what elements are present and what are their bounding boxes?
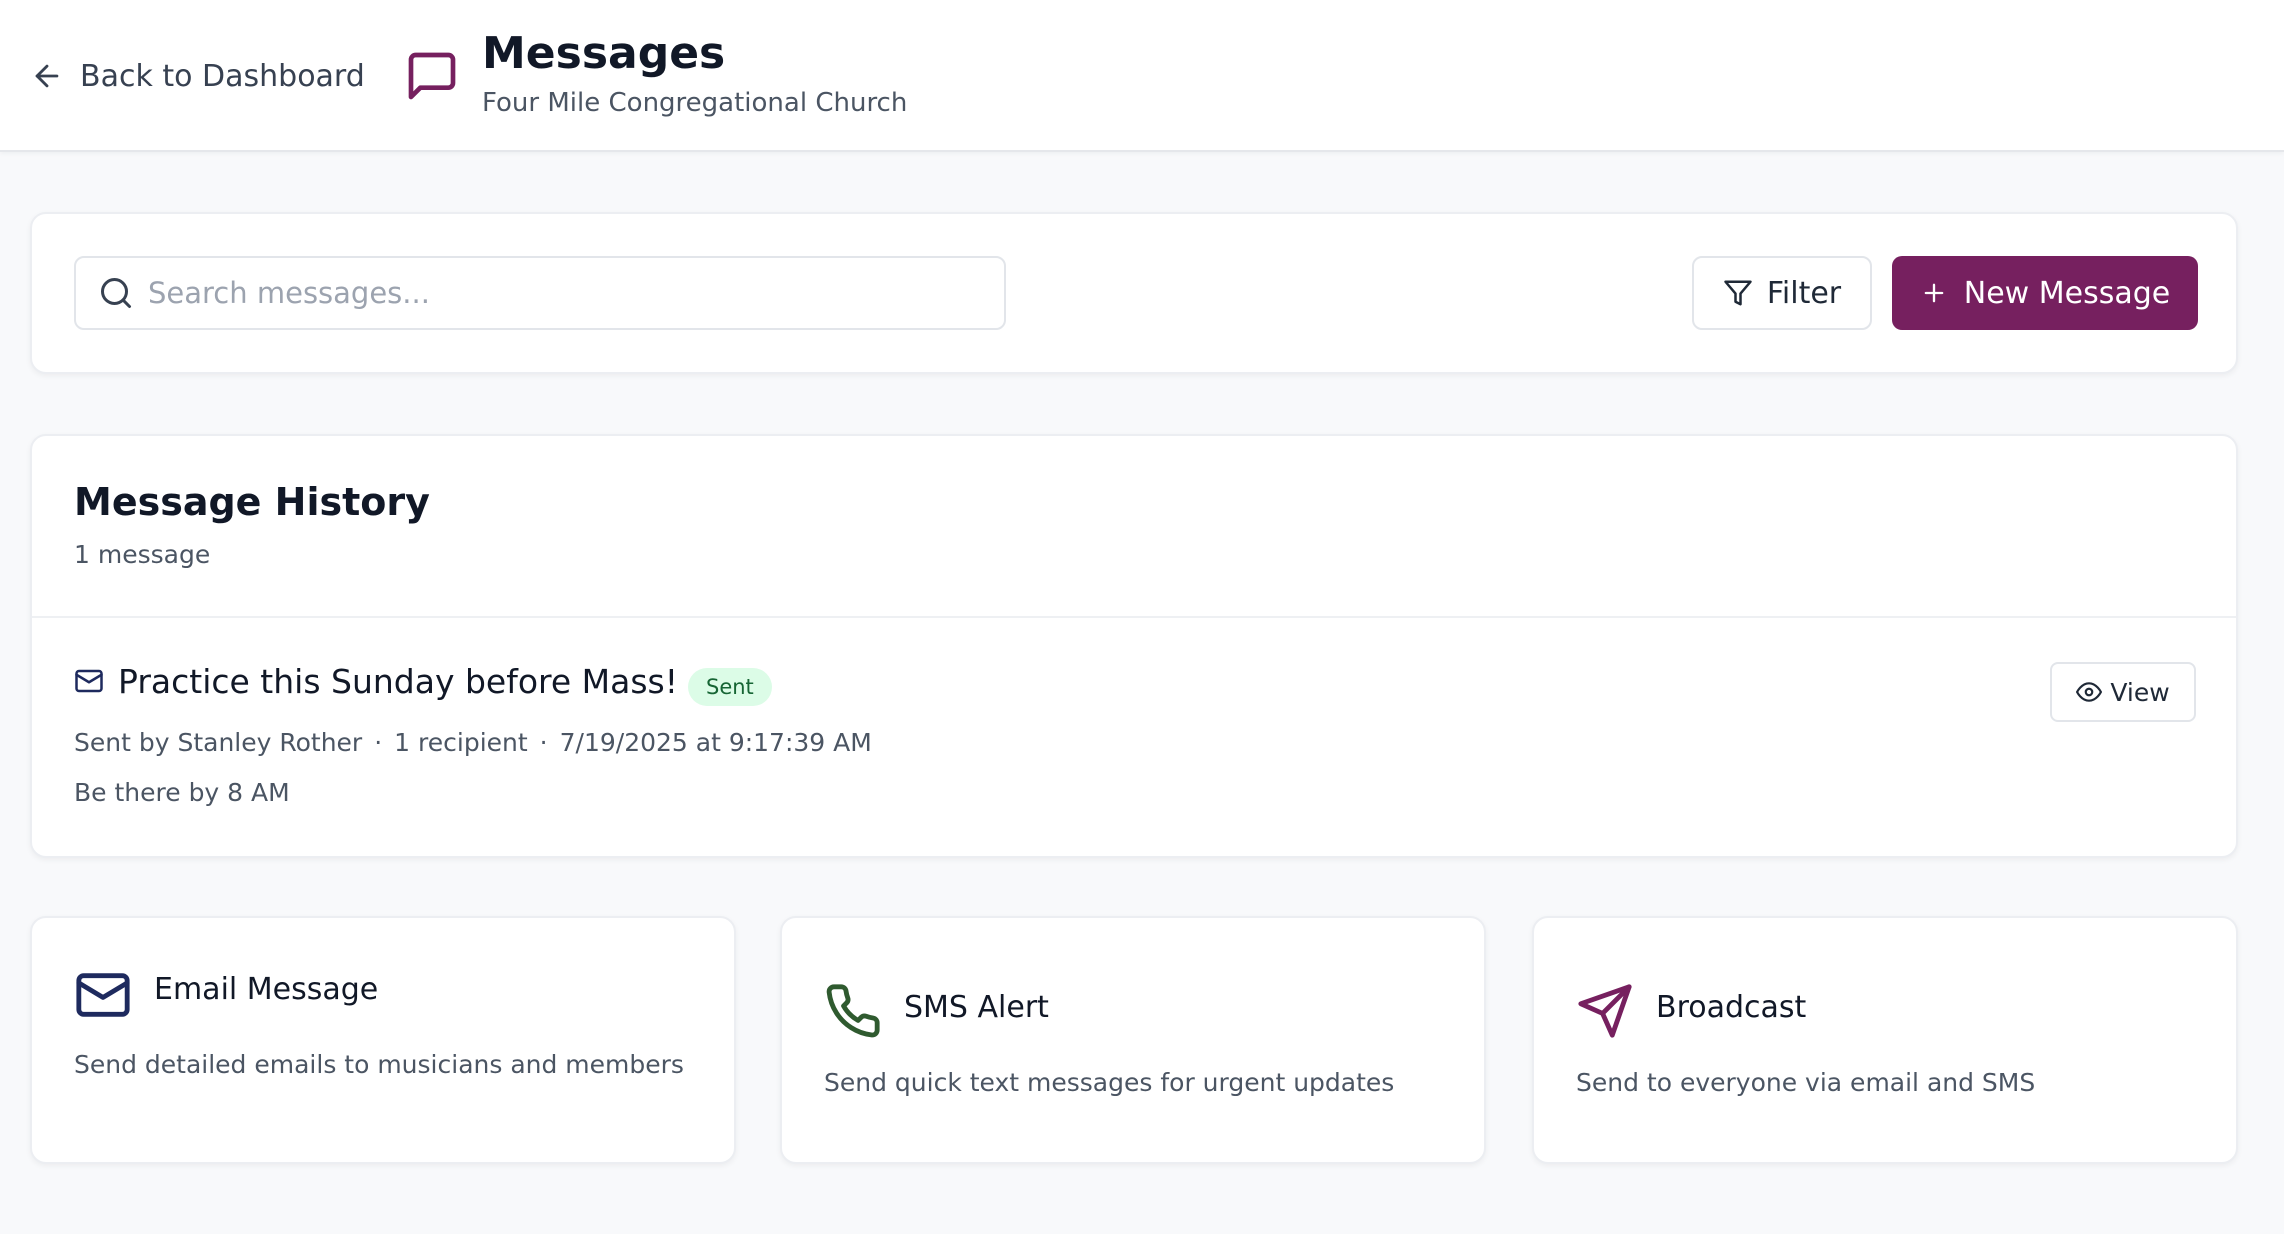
broadcast-title: Broadcast [1656,990,1807,1025]
broadcast-card[interactable]: Broadcast Send to everyone via email and… [1532,916,2238,1164]
message-history-card: Message History 1 message Practice this … [30,434,2238,858]
view-message-button[interactable]: View [2050,662,2196,722]
send-icon [1578,984,1632,1038]
sms-alert-title: SMS Alert [904,990,1049,1025]
message-count: 1 message [74,540,211,569]
back-link-label: Back to Dashboard [80,58,365,94]
message-recipients: 1 recipient [394,728,528,757]
filter-button[interactable]: Filter [1692,256,1872,330]
email-message-title: Email Message [154,972,379,1007]
message-timestamp: 7/19/2025 at 9:17:39 AM [559,728,872,757]
new-message-label: New Message [1963,275,2171,311]
new-message-button[interactable]: New Message [1892,256,2198,330]
plus-icon [1924,283,1944,303]
mail-icon [76,973,130,1017]
message-square-icon [408,52,456,100]
page-title: Messages [482,28,726,79]
page-header: Back to Dashboard Messages Four Mile Con… [0,0,2284,152]
message-meta: Sent by Stanley Rother · 1 recipient · 7/19/… [74,728,872,757]
back-to-dashboard-link[interactable]: Back to Dashboard [30,54,365,98]
page-subtitle: Four Mile Congregational Church [482,88,908,118]
search-input[interactable] [148,276,968,310]
filter-label: Filter [1766,275,1842,311]
search-box [74,256,1006,330]
broadcast-description: Send to everyone via email and SMS [1576,1068,2036,1097]
sms-alert-card[interactable]: SMS Alert Send quick text messages for u… [780,916,1486,1164]
message-row: Practice this Sunday before Mass! Sent S… [32,618,2236,858]
history-title: Message History [74,480,430,524]
filter-icon [1724,280,1752,306]
email-message-card[interactable]: Email Message Send detailed emails to mu… [30,916,736,1164]
email-message-description: Send detailed emails to musicians and me… [74,1050,684,1079]
message-sender: Sent by Stanley Rother [74,728,363,757]
eye-icon [2076,682,2103,702]
arrow-left-icon [35,64,59,88]
sms-alert-description: Send quick text messages for urgent upda… [824,1068,1395,1097]
phone-icon [826,984,880,1038]
mail-icon [75,669,103,693]
message-preview: Be there by 8 AM [74,778,290,807]
separator-dot: · [374,728,383,757]
separator-dot: · [539,728,548,757]
message-subject: Practice this Sunday before Mass! [118,662,678,701]
view-label: View [2110,677,2170,707]
toolbar-card: Filter New Message [30,212,2238,374]
search-icon [101,278,131,308]
status-badge: Sent [688,668,772,706]
